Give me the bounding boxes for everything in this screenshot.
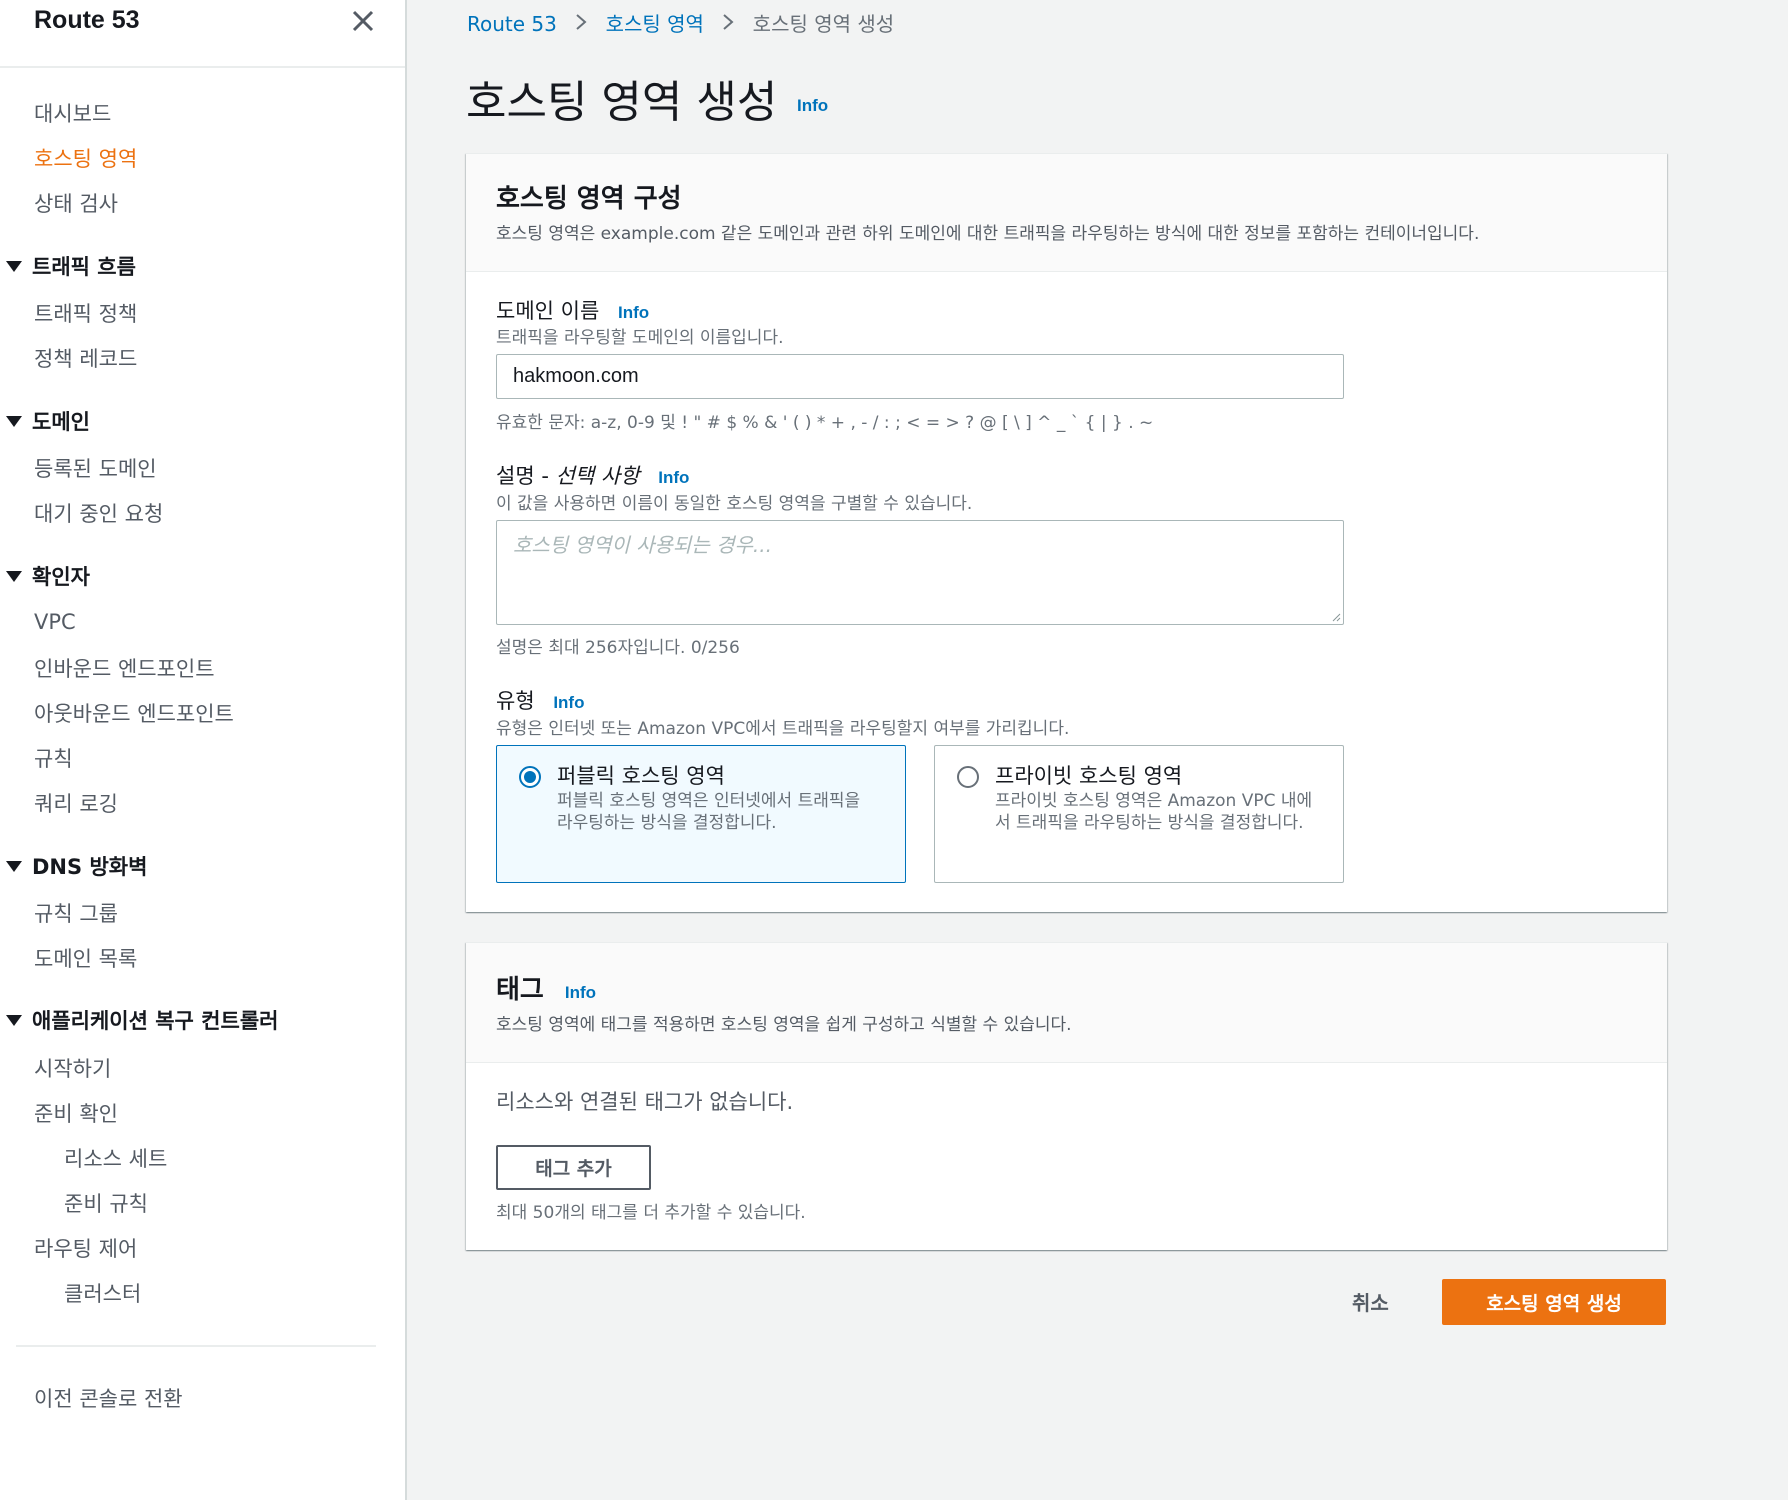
sidebar-item-outbound-endpoints[interactable]: 아웃바운드 엔드포인트 xyxy=(34,698,234,728)
sidebar-section-label: DNS 방화벽 xyxy=(32,855,148,879)
breadcrumb-route53[interactable]: Route 53 xyxy=(467,12,557,36)
page-title: 호스팅 영역 생성 xyxy=(466,77,778,128)
sidebar-item-query-logging[interactable]: 쿼리 로깅 xyxy=(34,788,118,818)
tags-header: 태그 Info 호스팅 영역에 태그를 적용하면 호스팅 영역을 쉽게 구성하고… xyxy=(466,943,1667,1063)
domain-name-label-text: 도메인 이름 xyxy=(496,299,600,323)
description-info-link[interactable]: Info xyxy=(658,468,689,487)
private-option-title: 프라이빗 호스팅 영역 xyxy=(995,764,1183,788)
public-option-description: 퍼블릭 호스팅 영역은 인터넷에서 트래픽을 라우팅하는 방식을 결정합니다. xyxy=(557,791,861,833)
sidebar-header: Route 53 xyxy=(0,0,405,68)
sidebar-item-domain-lists[interactable]: 도메인 목록 xyxy=(34,943,137,973)
sidebar-item-getting-started[interactable]: 시작하기 xyxy=(34,1053,111,1083)
sidebar-item-switch-console[interactable]: 이전 콘솔로 전환 xyxy=(34,1383,183,1413)
description-help: 이 값을 사용하면 이름이 동일한 호스팅 영역을 구별할 수 있습니다. xyxy=(496,494,973,514)
domain-name-constraint: 유효한 문자: a-z, 0-9 및 ! " # $ % & ' ( ) * +… xyxy=(496,413,1154,433)
sidebar-section-traffic-flow[interactable]: 트래픽 흐름 xyxy=(6,251,136,281)
caret-down-icon xyxy=(6,415,22,427)
description-textarea[interactable]: 호스팅 영역이 사용되는 경우... xyxy=(496,520,1344,625)
sidebar-section-label: 도메인 xyxy=(32,410,90,434)
radio-unselected-icon xyxy=(957,766,979,788)
description-label: 설명 - 선택 사항 Info xyxy=(496,460,689,490)
cancel-button[interactable]: 취소 xyxy=(1352,1287,1389,1316)
radio-selected-icon xyxy=(519,766,541,788)
sidebar-divider xyxy=(16,1345,376,1347)
sidebar-item-rules[interactable]: 규칙 xyxy=(34,743,73,773)
description-constraint: 설명은 최대 256자입니다. 0/256 xyxy=(496,638,740,658)
type-label: 유형 Info xyxy=(496,685,584,715)
type-info-link[interactable]: Info xyxy=(553,693,584,712)
hosted-zone-config-panel: 호스팅 영역 구성 호스팅 영역은 example.com 같은 도메인과 관련… xyxy=(466,153,1667,912)
caret-down-icon xyxy=(6,260,22,272)
page-info-link[interactable]: Info xyxy=(797,96,828,116)
sidebar-item-vpc[interactable]: VPC xyxy=(34,610,76,634)
domain-name-description: 트래픽을 라우팅할 도메인의 이름입니다. xyxy=(496,328,784,348)
tags-info-link[interactable]: Info xyxy=(565,983,596,1002)
sidebar-item-readiness-check[interactable]: 준비 확인 xyxy=(34,1098,118,1128)
description-optional-text: 선택 사항 xyxy=(555,464,640,488)
domain-name-info-link[interactable]: Info xyxy=(618,303,649,322)
sidebar-title: Route 53 xyxy=(34,6,140,34)
sidebar-item-policy-records[interactable]: 정책 레코드 xyxy=(34,343,137,373)
tags-title: 태그 xyxy=(496,975,544,1005)
panel-description: 호스팅 영역은 example.com 같은 도메인과 관련 하위 도메인에 대… xyxy=(496,224,1480,244)
sidebar-item-clusters[interactable]: 클러스터 xyxy=(64,1278,141,1308)
sidebar-item-inbound-endpoints[interactable]: 인바운드 엔드포인트 xyxy=(34,653,215,683)
sidebar-section-label: 확인자 xyxy=(32,565,90,589)
tags-limit: 최대 50개의 태그를 더 추가할 수 있습니다. xyxy=(496,1203,806,1223)
sidebar-section-arc[interactable]: 애플리케이션 복구 컨트롤러 xyxy=(6,1005,278,1035)
private-hosted-zone-option[interactable]: 프라이빗 호스팅 영역 프라이빗 호스팅 영역은 Amazon VPC 내에서 … xyxy=(934,745,1344,883)
create-hosted-zone-button[interactable]: 호스팅 영역 생성 xyxy=(1442,1279,1666,1325)
sidebar-item-pending-requests[interactable]: 대기 중인 요청 xyxy=(34,498,163,528)
breadcrumb: Route 53 호스팅 영역 호스팅 영역 생성 xyxy=(467,8,894,37)
sidebar-item-hosted-zones[interactable]: 호스팅 영역 xyxy=(34,143,137,173)
breadcrumb-current: 호스팅 영역 생성 xyxy=(752,12,895,36)
close-icon[interactable] xyxy=(348,6,378,36)
resize-grip-icon[interactable] xyxy=(1331,612,1341,622)
description-placeholder: 호스팅 영역이 사용되는 경우... xyxy=(513,533,772,557)
panel-title: 호스팅 영역 구성 xyxy=(496,184,682,214)
private-option-description: 프라이빗 호스팅 영역은 Amazon VPC 내에서 트래픽을 라우팅하는 방… xyxy=(995,791,1313,833)
caret-down-icon xyxy=(6,860,22,872)
chevron-right-icon xyxy=(723,14,734,30)
caret-down-icon xyxy=(6,570,22,582)
public-hosted-zone-option[interactable]: 퍼블릭 호스팅 영역 퍼블릭 호스팅 영역은 인터넷에서 트래픽을 라우팅하는 … xyxy=(496,745,906,883)
sidebar-section-resolver[interactable]: 확인자 xyxy=(6,561,90,591)
sidebar-item-resource-sets[interactable]: 리소스 세트 xyxy=(64,1143,167,1173)
sidebar-item-health-checks[interactable]: 상태 검사 xyxy=(34,188,118,218)
add-tag-button[interactable]: 태그 추가 xyxy=(496,1145,651,1190)
sidebar-item-traffic-policies[interactable]: 트래픽 정책 xyxy=(34,298,137,328)
sidebar: Route 53 대시보드 호스팅 영역 상태 검사 트래픽 흐름 트래픽 정책… xyxy=(0,0,407,1500)
domain-name-label: 도메인 이름 Info xyxy=(496,295,649,325)
sidebar-item-routing-control[interactable]: 라우팅 제어 xyxy=(34,1233,137,1263)
sidebar-section-label: 트래픽 흐름 xyxy=(32,255,136,279)
public-option-title: 퍼블릭 호스팅 영역 xyxy=(557,764,725,788)
sidebar-section-label: 애플리케이션 복구 컨트롤러 xyxy=(32,1009,279,1033)
sidebar-section-domains[interactable]: 도메인 xyxy=(6,406,90,436)
tags-title-row: 태그 Info xyxy=(496,969,596,1006)
description-label-text: 설명 - xyxy=(496,464,556,488)
sidebar-item-rule-groups[interactable]: 규칙 그룹 xyxy=(34,898,118,928)
type-description: 유형은 인터넷 또는 Amazon VPC에서 트래픽을 라우팅할지 여부를 가… xyxy=(496,719,1070,739)
breadcrumb-hosted-zones[interactable]: 호스팅 영역 xyxy=(606,12,704,36)
sidebar-section-dns-firewall[interactable]: DNS 방화벽 xyxy=(6,851,147,881)
chevron-right-icon xyxy=(576,14,587,30)
tags-panel: 태그 Info 호스팅 영역에 태그를 적용하면 호스팅 영역을 쉽게 구성하고… xyxy=(466,942,1667,1250)
domain-name-input[interactable]: hakmoon.com xyxy=(496,354,1344,399)
sidebar-item-readiness-rules[interactable]: 준비 규칙 xyxy=(64,1188,148,1218)
sidebar-item-dashboard[interactable]: 대시보드 xyxy=(34,98,111,128)
tags-empty-message: 리소스와 연결된 태그가 없습니다. xyxy=(496,1090,794,1114)
panel-header: 호스팅 영역 구성 호스팅 영역은 example.com 같은 도메인과 관련… xyxy=(466,154,1667,272)
type-label-text: 유형 xyxy=(496,689,535,713)
sidebar-item-registered-domains[interactable]: 등록된 도메인 xyxy=(34,453,157,483)
tags-description: 호스팅 영역에 태그를 적용하면 호스팅 영역을 쉽게 구성하고 식별할 수 있… xyxy=(496,1015,1072,1035)
caret-down-icon xyxy=(6,1014,22,1026)
